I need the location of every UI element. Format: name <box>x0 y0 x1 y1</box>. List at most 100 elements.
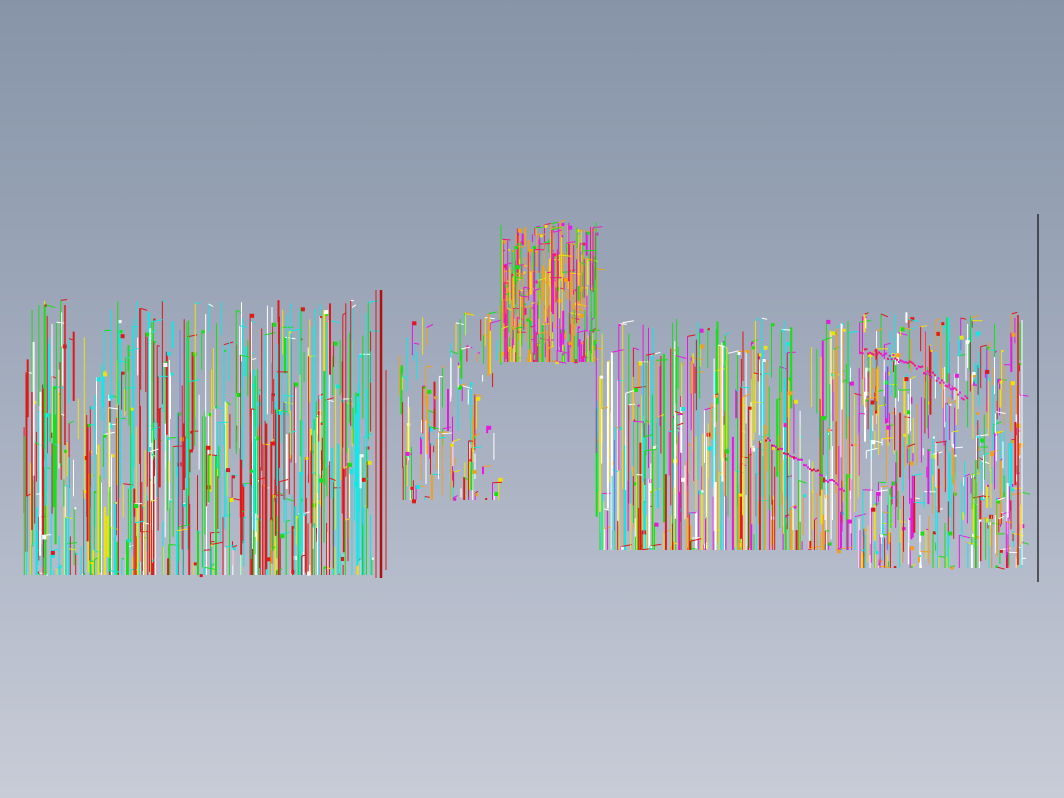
drawing-mark <box>959 335 964 340</box>
drawing-mark <box>831 478 833 481</box>
drawing-stroke <box>751 339 759 343</box>
drawing-mark <box>910 546 915 551</box>
drawing-mark <box>931 454 936 459</box>
drawing-mark <box>637 404 640 407</box>
drawing-mark <box>901 360 904 363</box>
drawing-mark <box>280 534 285 539</box>
drawing-stroke <box>920 551 932 553</box>
drawing-mark <box>515 265 520 270</box>
drawing-stroke <box>439 375 443 378</box>
drawing-stroke <box>601 406 608 410</box>
drawing-mark <box>880 534 884 538</box>
drawing-mark <box>289 331 292 334</box>
drawing-mark <box>243 483 247 487</box>
drawing-mark <box>879 352 882 355</box>
drawing-mark <box>582 242 586 246</box>
drawing-mark <box>912 362 915 365</box>
drawing-mark <box>208 413 212 417</box>
drawing-mark <box>980 438 985 443</box>
drawing-mark <box>319 478 324 483</box>
drawing-mark <box>781 329 784 332</box>
drawing-mark <box>514 246 518 250</box>
drawing-stroke <box>833 346 840 350</box>
drawing-mark <box>581 342 584 345</box>
drawing-mark <box>183 503 187 507</box>
drawing-stroke <box>959 534 971 539</box>
drawing-stroke <box>68 420 74 424</box>
drawing-mark <box>829 479 831 482</box>
drawing-mark <box>111 454 115 458</box>
drawing-mark <box>865 399 868 402</box>
drawing-mark <box>783 452 785 455</box>
drawing-mark <box>999 549 1003 553</box>
drawing-mark <box>954 373 959 378</box>
drawing-mark <box>619 426 622 430</box>
drawing-mark <box>320 316 323 319</box>
drawing-mark <box>494 492 499 496</box>
drawing-mark <box>906 362 909 365</box>
drawing-mark <box>819 473 821 476</box>
drawing-mark <box>296 516 299 519</box>
drawing-mark <box>842 328 846 332</box>
drawing-mark <box>950 566 954 570</box>
drawing-stroke <box>203 549 211 551</box>
drawing-mark <box>918 554 921 557</box>
drawing-mark <box>872 353 875 356</box>
drawing-mark <box>924 373 927 376</box>
drawing-mark <box>46 413 50 418</box>
cad-viewport[interactable] <box>0 0 1064 798</box>
drawing-stroke <box>1011 311 1018 315</box>
drawing-mark <box>990 452 995 457</box>
drawing-stroke <box>633 347 640 351</box>
drawing-mark <box>815 470 817 473</box>
drawing-stroke <box>1021 491 1031 495</box>
drawing-stroke <box>886 424 895 427</box>
drawing-mark <box>789 454 791 457</box>
drawing-mark <box>871 507 876 512</box>
drawing-mark <box>512 326 516 330</box>
drawing-mark <box>939 381 942 384</box>
drawing-mark <box>867 352 870 355</box>
drawing-mark <box>942 381 945 384</box>
drawing-mark <box>951 387 954 390</box>
drawing-stroke <box>904 373 909 378</box>
drawing-mark <box>634 388 638 392</box>
drawing-stroke <box>428 410 435 414</box>
drawing-mark <box>896 353 901 358</box>
drawing-mark <box>762 359 766 362</box>
center-right-view <box>595 317 867 554</box>
drawing-mark <box>869 351 871 354</box>
drawing-stroke <box>452 495 459 499</box>
drawing-mark <box>333 341 338 346</box>
drawing-mark <box>908 360 911 363</box>
drawing-mark <box>42 535 47 540</box>
drawing-mark <box>985 369 990 374</box>
drawing-mark <box>765 439 767 442</box>
drawing-mark <box>681 477 685 482</box>
drawing-mark <box>553 360 556 363</box>
drawing-stroke <box>251 358 257 361</box>
drawing-mark <box>405 451 410 456</box>
drawing-stroke <box>880 313 889 318</box>
drawing-stroke <box>579 243 583 245</box>
drawing-mark <box>905 361 907 364</box>
drawing-mark <box>688 443 691 446</box>
drawing-mark <box>1011 488 1015 492</box>
drawing-stroke <box>286 498 294 502</box>
drawing-mark <box>470 382 473 385</box>
drawing-stroke <box>749 453 752 456</box>
drawing-mark <box>505 267 507 270</box>
drawing-stroke <box>993 421 1002 426</box>
drawing-mark <box>835 482 837 485</box>
drawing-mark <box>821 416 826 421</box>
drawing-stroke <box>485 317 495 320</box>
drawing-mark <box>600 375 604 379</box>
drawing-mark <box>360 454 364 458</box>
drawing-mark <box>861 352 864 355</box>
drawing-mark <box>751 341 754 344</box>
drawing-mark <box>412 499 416 504</box>
drawing-mark <box>799 458 801 461</box>
drawing-mark <box>170 372 174 376</box>
drawing-mark <box>964 395 967 398</box>
drawing-mark <box>232 475 236 479</box>
